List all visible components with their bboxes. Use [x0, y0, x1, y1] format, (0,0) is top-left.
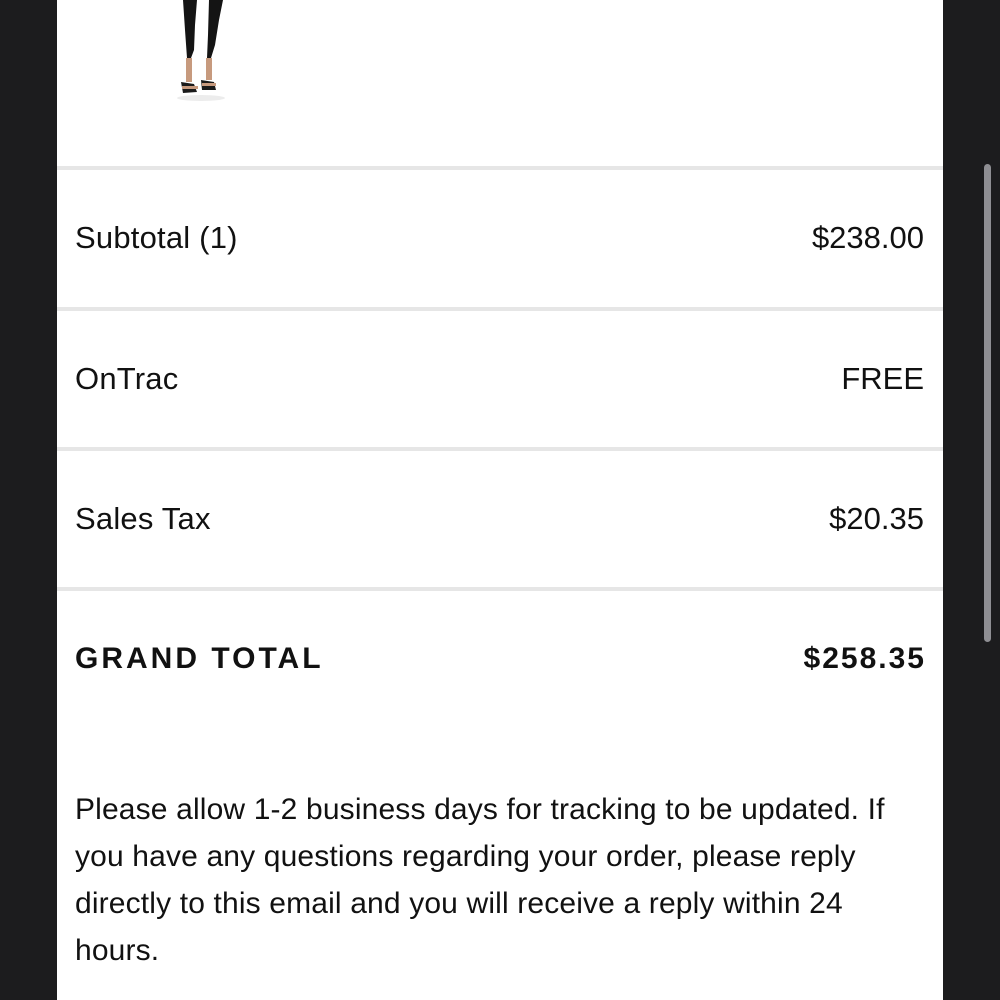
scrollbar-thumb[interactable] — [984, 164, 991, 642]
tracking-notice-text: Please allow 1-2 business days for track… — [75, 793, 885, 967]
product-image[interactable] — [167, 0, 237, 105]
scrollbar[interactable] — [984, 160, 992, 642]
sales-tax-value: $20.35 — [829, 501, 924, 536]
shipping-value: FREE — [841, 361, 924, 396]
order-summary-card: Subtotal (1) $238.00 OnTrac FREE Sales T… — [57, 0, 943, 1000]
subtotal-value: $238.00 — [811, 220, 924, 255]
sales-tax-row: Sales Tax $20.35 — [57, 451, 943, 587]
sales-tax-label: Sales Tax — [75, 501, 211, 536]
shipping-method-label: OnTrac — [75, 361, 179, 396]
grand-total-value: $258.35 — [803, 642, 926, 675]
subtotal-row: Subtotal (1) $238.00 — [57, 170, 943, 306]
grand-total-label: GRAND TOTAL — [75, 642, 324, 675]
grand-total-row: GRAND TOTAL $258.35 — [57, 591, 943, 727]
product-image-area — [57, 0, 943, 166]
subtotal-label: Subtotal (1) — [75, 220, 238, 255]
shipping-row: OnTrac FREE — [57, 311, 943, 447]
email-viewer: Subtotal (1) $238.00 OnTrac FREE Sales T… — [0, 0, 1000, 1000]
